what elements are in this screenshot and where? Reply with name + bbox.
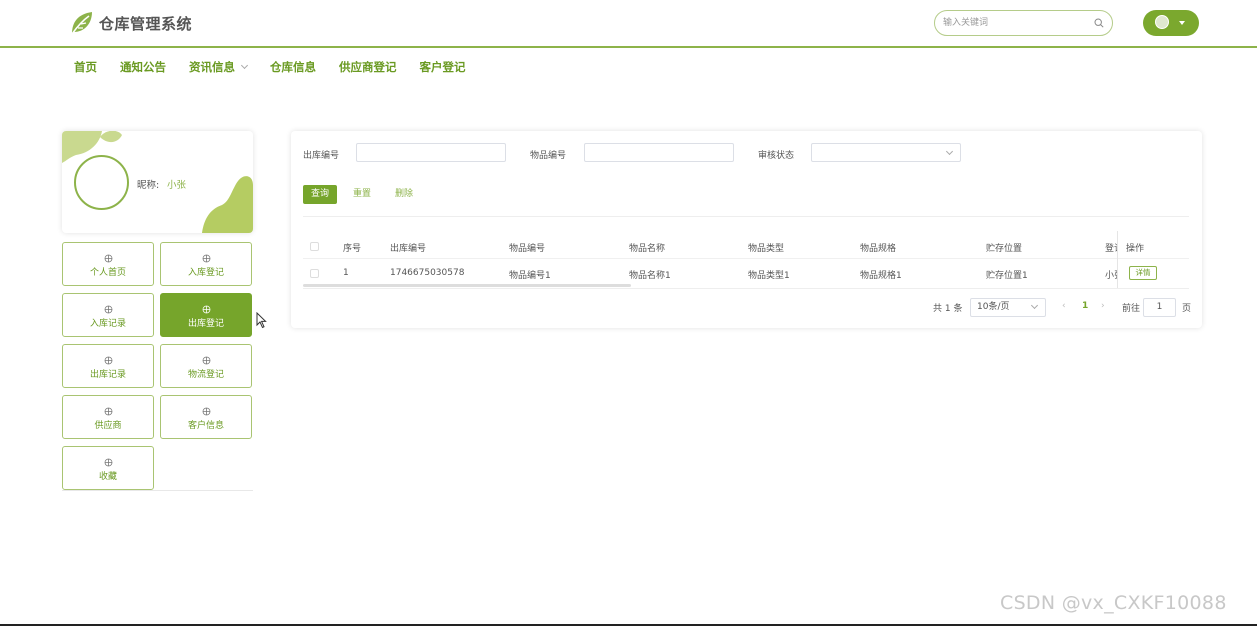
goto-page-input[interactable]: 1 [1143, 298, 1176, 317]
chevron-down-icon [1179, 21, 1185, 25]
menu-item-icon [104, 405, 113, 416]
row-divider [303, 288, 1189, 289]
cell-outbound-no: 1746675030578 [390, 268, 465, 278]
sidebar-item-customers[interactable]: 客户信息 [160, 395, 252, 439]
sidebar-item-logistics[interactable]: 物流登记 [160, 344, 252, 388]
cell-index: 1 [343, 268, 349, 278]
app-title: 仓库管理系统 [99, 15, 193, 33]
nav-item-customer[interactable]: 客户登记 [420, 59, 466, 75]
menu-item-icon [104, 456, 113, 467]
column-header: 出库编号 [390, 244, 427, 254]
sidebar-item-outbound-records[interactable]: 出库记录 [62, 344, 154, 388]
column-header: 操作 [1126, 244, 1145, 254]
delete-button[interactable]: 删除 [395, 185, 413, 204]
query-button[interactable]: 查询 [303, 185, 337, 204]
menu-item-icon [104, 303, 113, 314]
cell-location: 贮存位置1 [986, 271, 1028, 281]
nav-item-news-label: 资讯信息 [189, 60, 235, 74]
sidebar-item-label: 收藏 [98, 472, 117, 482]
menu-item-icon [202, 405, 211, 416]
nav-item-notices[interactable]: 通知公告 [120, 59, 166, 75]
menu-item-icon [202, 252, 211, 263]
row-checkbox[interactable] [310, 269, 319, 278]
sidebar-item-suppliers[interactable]: 供应商 [62, 395, 154, 439]
leaf-logo-icon [71, 12, 92, 35]
nav-item-home[interactable]: 首页 [74, 59, 97, 75]
menu-item-icon [202, 303, 211, 314]
column-header: 物品类型 [748, 244, 785, 254]
profile-card: 昵称: 小张 [62, 131, 253, 233]
user-menu-button[interactable] [1143, 10, 1199, 36]
watermark: CSDN @vx_CXKF10088 [1000, 592, 1227, 614]
pagination-total: 共 1 条 [933, 304, 963, 314]
horizontal-scrollbar[interactable] [303, 284, 631, 287]
sidebar-item-label: 个人首页 [89, 268, 126, 278]
cell-item-spec: 物品规格1 [860, 271, 902, 281]
search-box[interactable] [934, 10, 1113, 36]
sidebar-item-label: 入库记录 [89, 319, 126, 329]
status-label: 审核状态 [758, 151, 795, 161]
mouse-pointer-icon [256, 312, 267, 329]
sidebar-item-outbound-register[interactable]: 出库登记 [160, 293, 252, 337]
nav-item-supplier[interactable]: 供应商登记 [339, 59, 397, 75]
column-header: 贮存位置 [986, 244, 1023, 254]
main-nav: 首页 通知公告 资讯信息 仓库信息 供应商登记 客户登记 [74, 59, 489, 75]
item-no-label: 物品编号 [530, 151, 567, 161]
column-header: 序号 [343, 244, 362, 254]
next-page-icon[interactable]: › [1101, 301, 1105, 311]
prev-page-icon[interactable]: ‹ [1062, 301, 1066, 311]
outbound-no-input[interactable] [356, 143, 506, 162]
detail-button[interactable]: 详情 [1129, 266, 1157, 280]
sidebar-item-inbound-records[interactable]: 入库记录 [62, 293, 154, 337]
toolbar-divider [303, 216, 1189, 217]
menu-item-icon [104, 354, 113, 365]
sidebar-item-label: 物流登记 [187, 370, 224, 380]
header-divider [0, 46, 1257, 48]
fixed-column-divider [1117, 231, 1118, 288]
sidebar-item-label: 出库记录 [89, 370, 126, 380]
chevron-down-icon [240, 61, 249, 70]
search-input[interactable] [943, 15, 1093, 31]
nickname-value: 小张 [167, 180, 187, 191]
nickname-label: 昵称: [137, 180, 160, 191]
page-size-value: 10条/页 [977, 302, 1010, 312]
cell-item-no: 物品编号1 [509, 271, 551, 281]
cell-item-name: 物品名称1 [629, 271, 671, 281]
search-icon[interactable] [1094, 18, 1104, 28]
menu-item-icon [202, 354, 211, 365]
sidebar-item-label: 入库登记 [187, 268, 224, 278]
page-size-select[interactable]: 10条/页 [970, 298, 1046, 317]
nav-item-warehouse[interactable]: 仓库信息 [270, 59, 316, 75]
cell-registrar: 小张 [1105, 271, 1117, 281]
chevron-down-icon [1030, 301, 1039, 310]
sidebar-divider [62, 490, 253, 491]
menu-item-icon [104, 252, 113, 263]
cell-item-type: 物品类型1 [748, 271, 790, 281]
sidebar-item-label: 供应商 [94, 421, 122, 431]
header: 仓库管理系统 [0, 0, 1257, 46]
goto-label: 前往 [1122, 304, 1141, 314]
column-header: 物品编号 [509, 244, 546, 254]
header-divider [303, 258, 1189, 259]
chevron-down-icon [945, 147, 954, 156]
profile-avatar[interactable] [74, 155, 129, 210]
sidebar-item-label: 客户信息 [187, 421, 224, 431]
page-unit-label: 页 [1182, 304, 1192, 314]
column-header: 登记 [1105, 244, 1117, 254]
select-all-checkbox[interactable] [310, 242, 319, 251]
sidebar-item-inbound-register[interactable]: 入库登记 [160, 242, 252, 286]
sidebar-item-profile-home[interactable]: 个人首页 [62, 242, 154, 286]
outbound-no-label: 出库编号 [303, 151, 340, 161]
sidebar-item-label: 出库登记 [187, 319, 224, 329]
column-header: 物品规格 [860, 244, 897, 254]
reset-button[interactable]: 重置 [353, 185, 371, 204]
page-number-current[interactable]: 1 [1082, 301, 1088, 311]
outbound-panel: 出库编号 物品编号 审核状态 查询 重置 删除 序号 出库编号 物品编号 物品名… [291, 131, 1202, 328]
nav-item-news[interactable]: 资讯信息 [189, 59, 249, 75]
status-select[interactable] [811, 143, 961, 162]
user-avatar-icon [1155, 15, 1169, 29]
item-no-input[interactable] [584, 143, 734, 162]
column-header: 物品名称 [629, 244, 666, 254]
sidebar-item-favorites[interactable]: 收藏 [62, 446, 154, 490]
